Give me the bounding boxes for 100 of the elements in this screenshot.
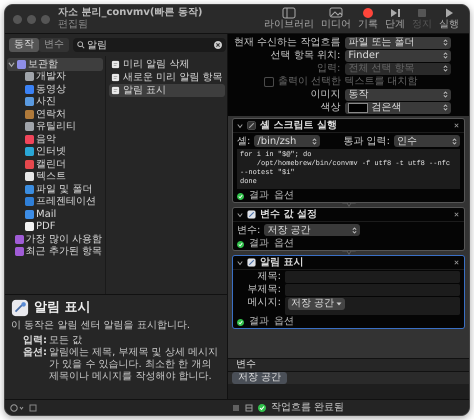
check-icon [258,404,266,412]
results-button[interactable]: 결과 [249,190,269,202]
library-item[interactable]: 유틸리티 [7,120,103,133]
action-item[interactable]: 알림 표시 [109,84,225,97]
check-icon [237,318,244,326]
check-icon [237,192,244,200]
setting-label: 선택 항목 위치: [270,49,340,62]
search-icon [77,41,85,49]
results-button[interactable]: 결과 [249,316,269,328]
shell-popup[interactable]: /bin/zsh [254,135,320,147]
field-label: 제목: [256,271,281,283]
checkbox-label: 출력이 선택한 텍스트를 대치함 [278,75,418,88]
disclosure-icon[interactable] [237,260,243,266]
variables-header: 변수 [228,359,469,372]
action-icon [247,121,256,130]
library-item[interactable]: 사진 [7,96,103,108]
caret-icon [336,302,342,306]
library-tab[interactable]: 동작 [9,38,39,52]
action-item[interactable]: 미리 알림 삭제 [109,58,225,71]
close-icon[interactable] [453,211,460,218]
run-button[interactable]: 실행 [437,7,461,31]
popup-menu[interactable]: 파일 또는 폴더 [345,36,452,48]
updown-icon [312,136,318,146]
sidebar-icon [282,7,296,19]
color-swatch [348,102,368,112]
library-item[interactable]: Mail [7,208,103,220]
popup-menu[interactable]: 검은색 [345,102,452,114]
disclosure-icon[interactable] [8,60,15,68]
variable-label: 변수: [237,224,260,236]
library-tab[interactable]: 변수 [39,38,69,52]
library-item[interactable]: 최근 추가된 항목 [7,246,103,258]
options-button[interactable]: 옵션 [274,190,294,202]
record-button[interactable]: 기록 [356,7,380,31]
stop-icon [415,7,429,19]
media-button[interactable]: 미디어 [319,7,353,31]
pass-input-popup[interactable]: 인수 [394,135,460,147]
library-item[interactable]: 연락처 [7,108,103,120]
close-icon[interactable] [453,122,460,129]
library-item[interactable]: 캘린더 [7,158,103,170]
popup-menu[interactable]: Finder [345,50,452,62]
library-item[interactable]: 동영상 [7,83,103,96]
search-field[interactable]: 알림 [73,38,226,52]
action-icon [247,210,256,219]
updown-icon [443,64,448,73]
clear-icon[interactable] [214,41,222,49]
step-icon [388,7,402,19]
variable-token[interactable]: 저장 공간 [232,372,288,384]
library-item[interactable]: 가장 많이 사용함 [7,233,103,246]
library-item[interactable]: 프레젠테이션 [7,196,103,208]
detail-text: 알림에는 제목, 부제목 및 상세 메시지가 있을 수 있습니다. 최소한 한 개의 제목이나 메시지를 작성해야 합니다. [49,347,220,383]
updown-icon [443,103,448,112]
setting-label: 색상 [319,101,340,114]
updown-icon [443,51,448,60]
list-icon[interactable] [232,404,240,412]
variable-popup[interactable]: 저장 공간 [264,224,360,236]
detail-label: 옵션: [23,347,47,360]
notification-icon [11,299,29,317]
photo-icon [329,7,343,19]
options-button[interactable]: 옵션 [274,316,294,328]
step-button[interactable]: 단계 [383,7,407,31]
library-item[interactable]: 보관함 [7,58,103,70]
disclosure-icon[interactable] [237,122,243,128]
library-item[interactable]: 텍스트 [7,170,103,183]
library-item[interactable]: 파일 및 폴더 [7,183,103,196]
updown-icon [352,226,358,234]
shell-label: 셸: [237,134,250,148]
detail-text: 모든 값 [49,335,82,347]
field-label: 메시지: [246,297,281,310]
window-subtitle: 편집됨 [58,19,89,31]
library-item[interactable]: 개발자 [7,70,103,83]
document-icon [111,73,120,82]
detail-label: 입력: [23,335,47,347]
library-item[interactable]: 인터넷 [7,146,103,158]
variable-row[interactable]: 저장 공간 [228,372,469,384]
options-button[interactable]: 옵션 [274,238,294,250]
library-item[interactable]: PDF [7,220,103,233]
action-icon [247,258,256,267]
setting-label: 현재 수신하는 작업흐름 [234,36,340,49]
library-button[interactable]: 라이브러리 [262,7,316,31]
status-text: 작업흐름 완료됨 [271,401,344,414]
check-icon [237,240,244,248]
input-field[interactable]: 저장 공간 [285,297,460,315]
close-icon[interactable] [453,259,460,266]
action-menu-icon[interactable] [10,404,24,412]
pass-input-label: 통과 입력: [343,134,390,148]
library-item[interactable]: 음악 [7,133,103,146]
panel-icon[interactable] [29,404,37,412]
variable-token[interactable]: 저장 공간 [288,298,346,310]
setting-label: 이미지 [309,88,340,101]
panel-icon[interactable] [245,404,253,412]
popup-menu[interactable]: 동작 [345,88,452,100]
document-icon [111,86,120,95]
updown-icon [452,136,457,146]
updown-icon [443,38,448,47]
action-item[interactable]: 새로운 미리 알림 항목 [109,71,225,84]
action-card[interactable]: 알림 표시 제목: 부제목: 메시지: 저장 공간 결과 옵션 [232,255,465,329]
disclosure-icon[interactable] [237,212,243,218]
results-button[interactable]: 결과 [249,238,269,250]
setting-label: 입력: [316,62,340,75]
action-card[interactable]: 변수 값 설정 변수: 저장 공간 결과 옵션 [232,207,465,251]
